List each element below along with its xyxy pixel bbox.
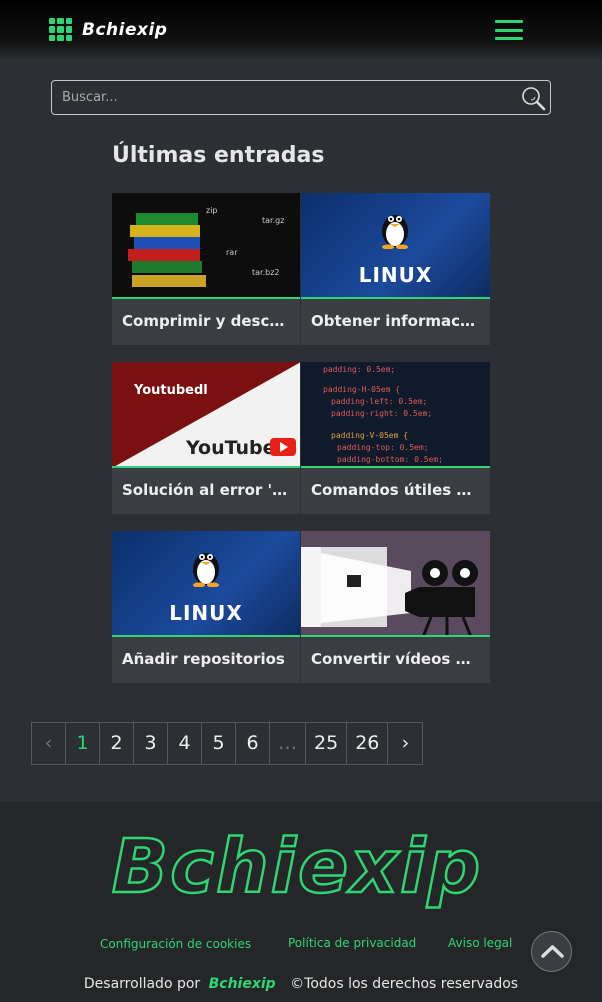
- post-card[interactable]: zip tar.gz rar tar.bz2 Comprimir y desco…: [112, 193, 301, 345]
- pagination: ‹ 1 2 3 4 5 6 … 25 26 ›: [31, 722, 424, 765]
- search-input[interactable]: [62, 81, 512, 114]
- page-link[interactable]: 4: [168, 723, 202, 764]
- footer: Bchiexip: [0, 802, 602, 1002]
- page-link[interactable]: 6: [236, 723, 270, 764]
- code-line: padding-left: 0.5em;: [331, 397, 427, 406]
- chevron-up-icon: [541, 945, 564, 958]
- page-link[interactable]: 2: [100, 723, 134, 764]
- prev-page-button[interactable]: ‹: [32, 723, 66, 764]
- page-link[interactable]: 25: [306, 723, 348, 764]
- footer-logo: Bchiexip: [110, 826, 483, 910]
- code-line: padding-top: 0.5em;: [337, 443, 429, 452]
- post-title[interactable]: Obtener información del sistema: [301, 299, 490, 343]
- grid-logo-icon: [49, 18, 72, 41]
- search-box: [51, 80, 551, 115]
- top-navbar: Bchiexip: [0, 0, 602, 60]
- cookie-settings-link[interactable]: Configuración de cookies: [100, 937, 251, 951]
- code-line: padding-H-05em {: [323, 385, 400, 394]
- section-title: Últimas entradas: [112, 143, 325, 168]
- rights-text: ©Todos los derechos reservados: [290, 976, 519, 992]
- developed-by-text: Desarrollado por: [83, 976, 201, 992]
- back-to-top-button[interactable]: [531, 931, 572, 972]
- thumb-label: tar.gz: [262, 216, 284, 225]
- code-line: padding-V-05em {: [331, 431, 408, 440]
- footer-brand-link[interactable]: Bchiexip: [209, 976, 276, 992]
- youtube-logo: YouTube: [185, 437, 275, 459]
- page-link[interactable]: 5: [202, 723, 236, 764]
- search-icon[interactable]: [520, 85, 546, 111]
- brand-name: Bchiexip: [82, 19, 168, 40]
- post-thumbnail: LINUX: [112, 531, 300, 637]
- post-title[interactable]: Solución al error 'unable to extract': [112, 468, 300, 512]
- thumb-label: rar: [226, 248, 238, 257]
- post-thumbnail: padding: 0.5em; padding-H-05em { padding…: [301, 362, 490, 468]
- post-card[interactable]: LINUX Obtener información del sistema: [301, 193, 490, 345]
- post-card[interactable]: LINUX Añadir repositorios: [112, 531, 301, 683]
- post-title[interactable]: Añadir repositorios: [112, 637, 300, 681]
- posts-grid: zip tar.gz rar tar.bz2 Comprimir y desco…: [112, 193, 490, 700]
- post-card[interactable]: Youtubedl YouTube Solución al error 'una…: [112, 362, 301, 514]
- post-thumbnail: Youtubedl YouTube: [112, 362, 300, 468]
- post-title[interactable]: Comprimir y descomprimir archivos: [112, 299, 300, 343]
- post-card[interactable]: Convertir vídeos a GIF: [301, 531, 490, 683]
- thumb-label: LINUX: [358, 263, 433, 287]
- post-thumbnail: [301, 531, 490, 637]
- code-line: padding-right: 0.5em;: [331, 409, 432, 418]
- privacy-policy-link[interactable]: Política de privacidad: [288, 936, 416, 950]
- page-link[interactable]: 26: [347, 723, 389, 764]
- page-link[interactable]: 3: [134, 723, 168, 764]
- thumb-label: zip: [206, 206, 218, 215]
- post-title[interactable]: Convertir vídeos a GIF: [301, 637, 490, 681]
- thumb-label: tar.bz2: [252, 268, 280, 277]
- post-thumbnail: zip tar.gz rar tar.bz2: [112, 193, 300, 299]
- thumb-label: LINUX: [169, 601, 243, 625]
- tux-icon: [193, 553, 219, 587]
- brand-link[interactable]: Bchiexip: [49, 18, 167, 41]
- thumb-label: Youtubedl: [133, 383, 208, 398]
- svg-text:Bchiexip: Bchiexip: [112, 826, 483, 910]
- post-thumbnail: LINUX: [301, 193, 490, 299]
- post-card[interactable]: padding: 0.5em; padding-H-05em { padding…: [301, 362, 490, 514]
- copyright-line: Desarrollado por Bchiexip ©Todos los der…: [0, 976, 602, 992]
- code-line: padding: 0.5em;: [323, 365, 395, 374]
- page-link-current[interactable]: 1: [66, 723, 100, 764]
- legal-notice-link[interactable]: Aviso legal: [448, 936, 512, 950]
- hamburger-icon[interactable]: [495, 20, 523, 40]
- tux-icon: [382, 215, 408, 249]
- code-line: padding-bottom: 0.5em;: [337, 455, 443, 464]
- post-title[interactable]: Comandos útiles de CSS: [301, 468, 490, 512]
- next-page-button[interactable]: ›: [388, 723, 422, 764]
- page-ellipsis: …: [270, 723, 306, 764]
